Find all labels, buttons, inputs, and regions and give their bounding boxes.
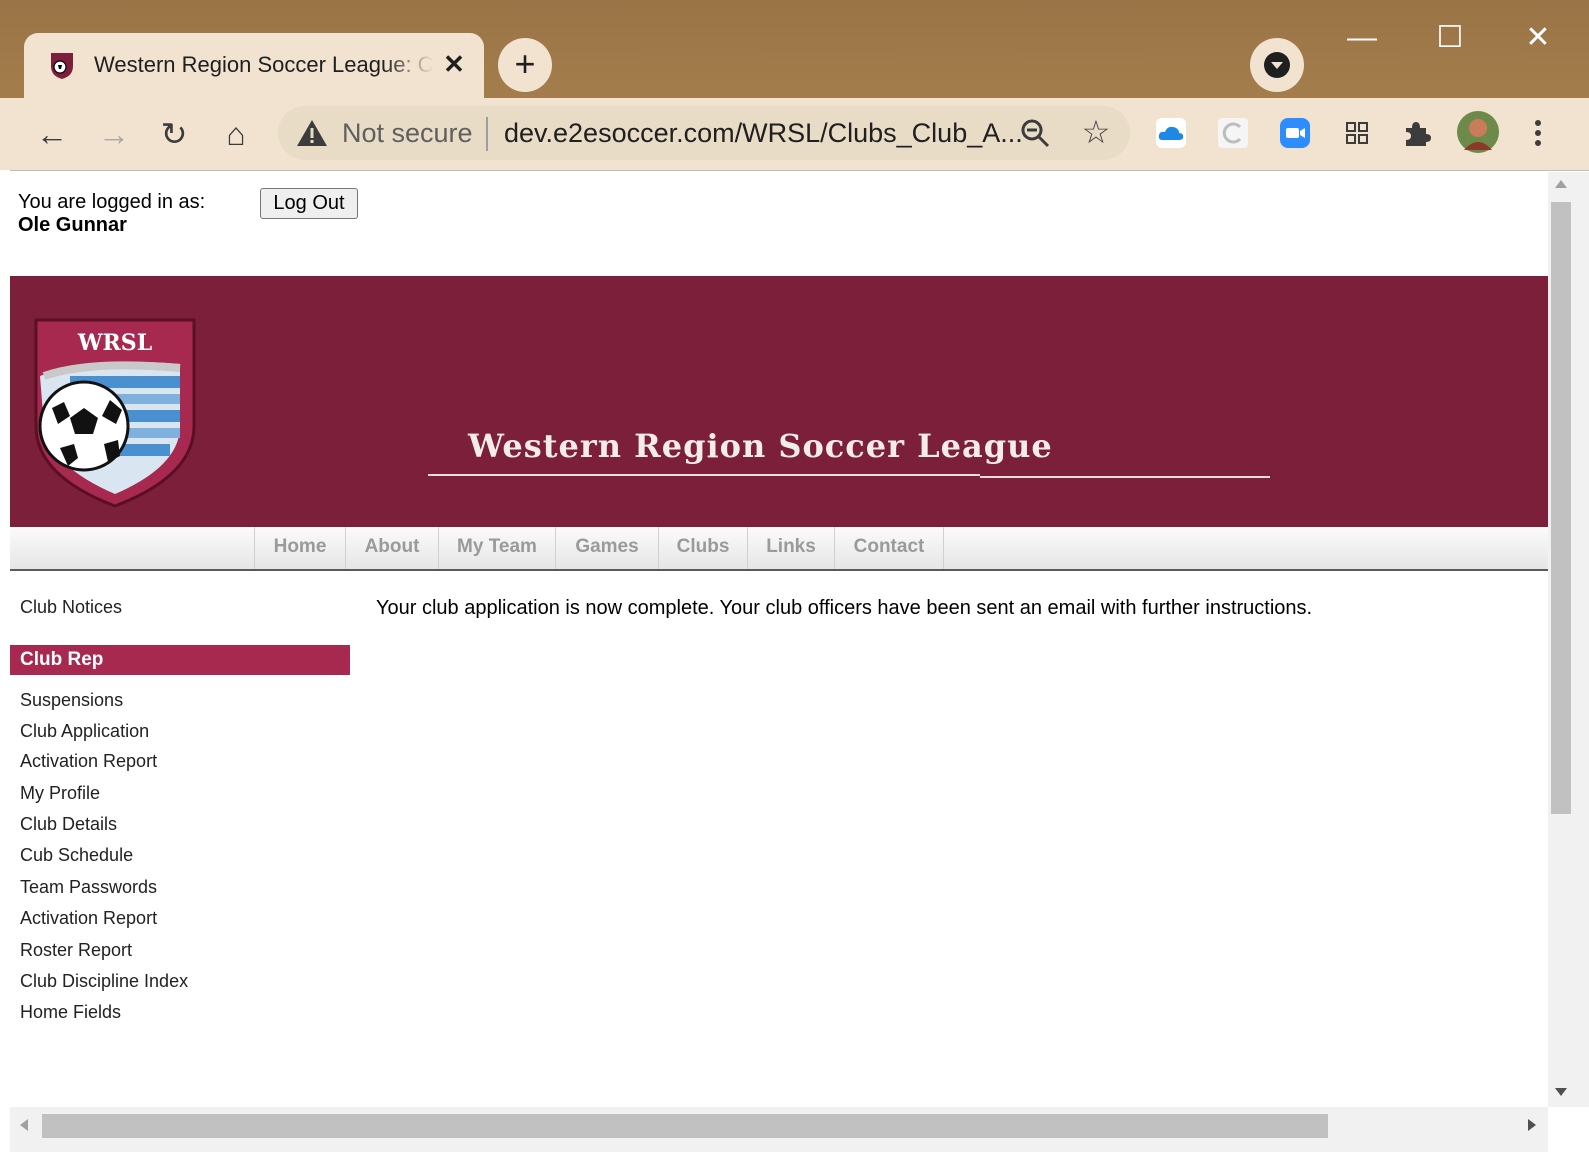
- extension-c-icon[interactable]: [1216, 116, 1250, 150]
- login-username: Ole Gunnar: [18, 214, 127, 236]
- back-button[interactable]: ←: [30, 112, 74, 156]
- svg-text:WRSL: WRSL: [77, 330, 152, 356]
- profile-avatar-icon[interactable]: [1456, 110, 1500, 154]
- sidebar-club-notices[interactable]: Club Notices: [20, 596, 122, 618]
- media-control-icon[interactable]: [1250, 38, 1304, 92]
- scroll-right-arrow-icon[interactable]: [1526, 1118, 1538, 1132]
- nav-contact[interactable]: Contact: [834, 527, 944, 569]
- sidebar-section-title: Club Rep: [20, 649, 104, 670]
- forward-button[interactable]: →: [92, 112, 136, 156]
- nav-clubs[interactable]: Clubs: [658, 527, 747, 569]
- close-window-button[interactable]: ✕: [1508, 18, 1568, 58]
- reload-button[interactable]: ↻: [152, 112, 196, 156]
- title-underline: [428, 474, 980, 476]
- tab-title: Western Region Soccer League: C: [94, 52, 434, 77]
- sidebar-link-activation-report-2[interactable]: Activation Report: [20, 907, 157, 929]
- new-tab-button[interactable]: +: [498, 38, 552, 92]
- zoom-out-icon[interactable]: [1018, 116, 1052, 150]
- home-button[interactable]: ⌂: [214, 112, 258, 156]
- site-banner: [10, 276, 1548, 527]
- confirmation-message: Your club application is now complete. Y…: [376, 597, 1313, 619]
- tab-close-icon[interactable]: ✕: [438, 48, 470, 80]
- scroll-down-arrow-icon[interactable]: [1554, 1086, 1568, 1098]
- sidebar-link-roster-report[interactable]: Roster Report: [20, 939, 132, 961]
- warning-icon[interactable]: [296, 118, 328, 148]
- grid-extension-icon[interactable]: [1340, 116, 1374, 150]
- logout-button[interactable]: Log Out: [260, 188, 358, 219]
- nav-games[interactable]: Games: [555, 527, 658, 569]
- star-icon[interactable]: ☆: [1078, 114, 1114, 150]
- menu-dots-icon[interactable]: [1526, 116, 1550, 150]
- security-label[interactable]: Not secure: [342, 116, 473, 150]
- cloud-extension-icon[interactable]: [1154, 116, 1188, 150]
- wrsl-favicon-icon: [51, 53, 73, 79]
- zoom-meetings-icon[interactable]: [1278, 116, 1312, 150]
- wrsl-shield-logo: WRSL: [34, 318, 196, 508]
- nav-home[interactable]: Home: [254, 527, 345, 569]
- sidebar-link-club-details[interactable]: Club Details: [20, 813, 117, 835]
- nav-links[interactable]: Links: [747, 527, 834, 569]
- vertical-scroll-thumb[interactable]: [1551, 202, 1571, 814]
- sidebar-link-activation-report[interactable]: Activation Report: [20, 750, 157, 772]
- url-text[interactable]: dev.e2esoccer.com/WRSL/Clubs_Club_A...: [504, 116, 1023, 150]
- nav-about[interactable]: About: [345, 527, 438, 569]
- sidebar-link-club-application[interactable]: Club Application: [20, 720, 149, 742]
- sidebar-link-suspensions[interactable]: Suspensions: [20, 689, 123, 711]
- login-label: You are logged in as:: [18, 191, 206, 213]
- horizontal-scroll-thumb[interactable]: [42, 1114, 1328, 1138]
- minimize-button[interactable]: —: [1332, 18, 1392, 58]
- league-title: Western Region Soccer League: [468, 427, 1053, 465]
- scroll-left-arrow-icon[interactable]: [18, 1118, 30, 1132]
- title-underline-extension: [980, 476, 1270, 478]
- sidebar-link-cub-schedule[interactable]: Cub Schedule: [20, 844, 133, 866]
- scroll-up-arrow-icon[interactable]: [1554, 178, 1568, 190]
- window-left-edge: [0, 170, 10, 1152]
- puzzle-icon[interactable]: [1400, 116, 1434, 150]
- nav-my-team[interactable]: My Team: [438, 527, 555, 569]
- sidebar-section-header: Club Rep: [10, 645, 350, 675]
- sidebar-link-my-profile[interactable]: My Profile: [20, 782, 100, 804]
- sidebar-link-team-passwords[interactable]: Team Passwords: [20, 876, 157, 898]
- address-separator: [486, 117, 488, 151]
- sidebar-link-home-fields[interactable]: Home Fields: [20, 1001, 121, 1023]
- sidebar-link-club-discipline-index[interactable]: Club Discipline Index: [20, 970, 188, 992]
- maximize-button[interactable]: ☐: [1420, 18, 1480, 58]
